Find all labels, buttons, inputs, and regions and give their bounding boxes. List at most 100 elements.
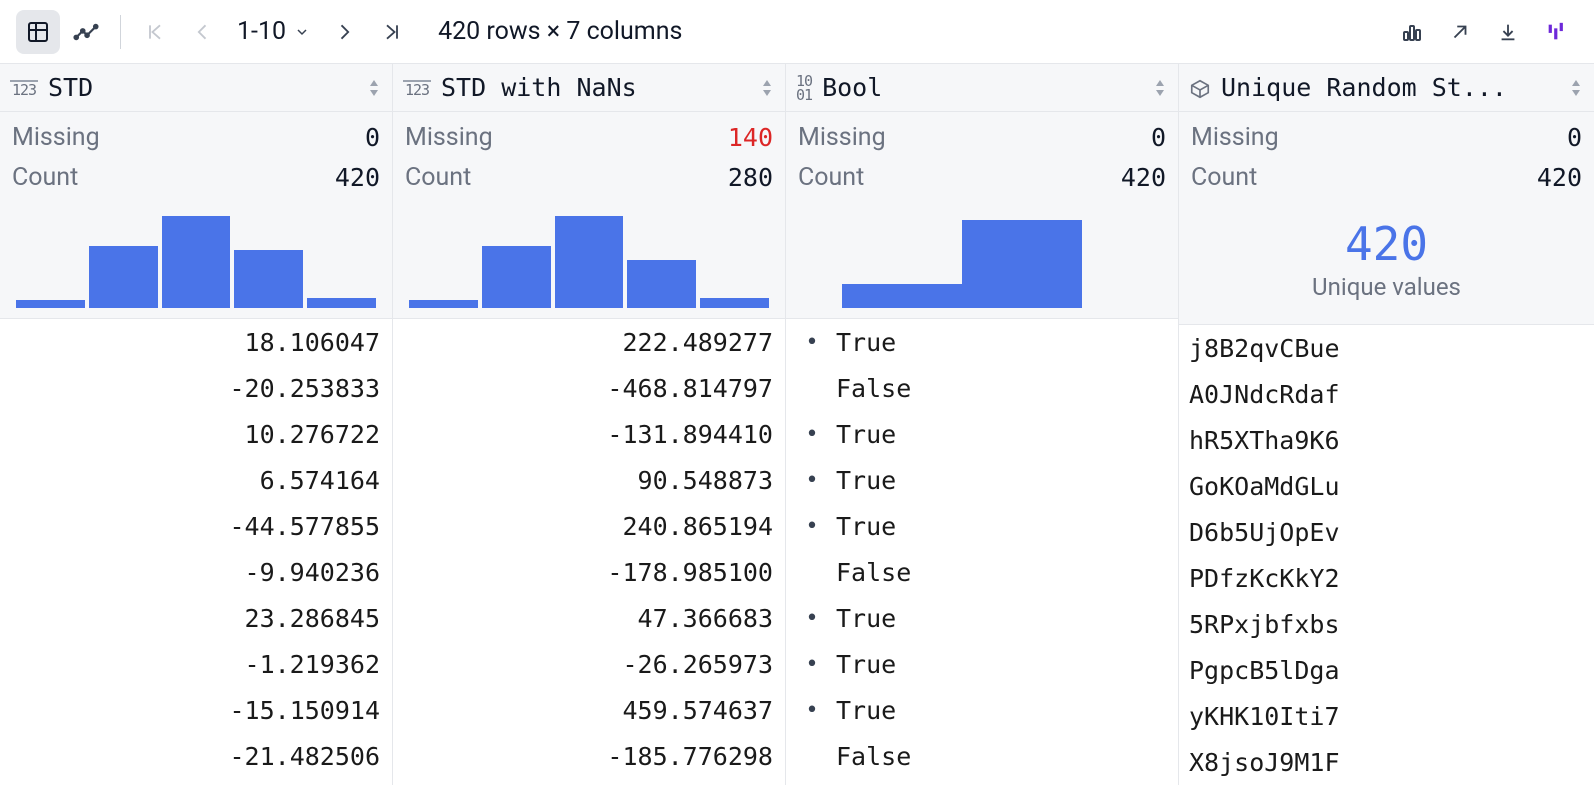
cell[interactable]: 18.106047: [0, 319, 392, 365]
prev-page-button[interactable]: [181, 10, 225, 54]
bool-bullet: •: [802, 330, 822, 355]
cell[interactable]: •True: [786, 687, 1178, 733]
cell[interactable]: hR5XTha9K6: [1179, 417, 1594, 463]
column-stats: Missing0Count420420Unique values: [1179, 112, 1594, 325]
cell[interactable]: False: [786, 733, 1178, 779]
table-view-button[interactable]: [16, 10, 60, 54]
column-cells: 222.489277-468.814797-131.89441090.54887…: [393, 319, 785, 779]
toolbar-separator: [120, 15, 121, 49]
cell[interactable]: False: [786, 549, 1178, 595]
cell[interactable]: •True: [786, 411, 1178, 457]
cell[interactable]: -1.219362: [0, 641, 392, 687]
histogram-bar: [962, 220, 1082, 308]
unique-label: Unique values: [1312, 273, 1461, 301]
histogram-bar: [234, 250, 303, 308]
next-page-button[interactable]: [322, 10, 366, 54]
cell[interactable]: A0JNdcRdaf: [1179, 371, 1594, 417]
count-label: Count: [405, 158, 471, 198]
type-icon: [1189, 76, 1211, 100]
last-page-button[interactable]: [370, 10, 414, 54]
first-page-button[interactable]: [133, 10, 177, 54]
chevron-down-icon: [294, 24, 310, 40]
missing-value: 0: [1567, 118, 1582, 158]
open-external-button[interactable]: [1438, 10, 1482, 54]
missing-value: 0: [365, 118, 380, 158]
cell-value: False: [836, 374, 911, 403]
cell[interactable]: 240.865194: [393, 503, 785, 549]
cell[interactable]: 90.548873: [393, 457, 785, 503]
columns-config-button[interactable]: [1534, 10, 1578, 54]
count-value: 420: [1121, 158, 1166, 198]
type-icon: 123: [403, 78, 431, 98]
cell[interactable]: -44.577855: [0, 503, 392, 549]
histogram-bar: [700, 298, 769, 308]
bool-bullet: •: [802, 422, 822, 447]
cell[interactable]: D6b5UjOpEv: [1179, 509, 1594, 555]
histogram: [798, 208, 1166, 308]
cell[interactable]: 5RPxjbfxbs: [1179, 601, 1594, 647]
count-label: Count: [12, 158, 78, 198]
missing-value: 0: [1151, 118, 1166, 158]
histogram-bar: [162, 216, 231, 308]
count-value: 280: [728, 158, 773, 198]
download-button[interactable]: [1486, 10, 1530, 54]
cell-value: False: [836, 558, 911, 587]
page-range-select[interactable]: 1-10: [229, 17, 318, 46]
cell-value: True: [836, 604, 896, 633]
cell-value: True: [836, 650, 896, 679]
histogram-bar: [89, 246, 158, 308]
histogram-button[interactable]: [1390, 10, 1434, 54]
cell[interactable]: -178.985100: [393, 549, 785, 595]
cell[interactable]: -15.150914: [0, 687, 392, 733]
cell-value: False: [836, 742, 911, 771]
cell[interactable]: 222.489277: [393, 319, 785, 365]
cell[interactable]: yKHK10Iti7: [1179, 693, 1594, 739]
cell[interactable]: -20.253833: [0, 365, 392, 411]
cell[interactable]: -131.894410: [393, 411, 785, 457]
cell[interactable]: •True: [786, 457, 1178, 503]
missing-value: 140: [728, 118, 773, 158]
cell[interactable]: •True: [786, 641, 1178, 687]
column-header[interactable]: 123STD with NaNs: [393, 64, 785, 112]
cell[interactable]: 23.286845: [0, 595, 392, 641]
sort-icon[interactable]: [759, 78, 775, 98]
sort-icon[interactable]: [1152, 78, 1168, 98]
cell[interactable]: •True: [786, 503, 1178, 549]
cell[interactable]: PgpcB5lDga: [1179, 647, 1594, 693]
column: 123STD with NaNsMissing140Count280222.48…: [393, 64, 786, 785]
cell[interactable]: •True: [786, 595, 1178, 641]
dimensions-label: 420 rows × 7 columns: [438, 17, 682, 46]
sort-icon[interactable]: [366, 78, 382, 98]
cell[interactable]: 459.574637: [393, 687, 785, 733]
cell[interactable]: PDfzKcKkY2: [1179, 555, 1594, 601]
cell[interactable]: j8B2qvCBue: [1179, 325, 1594, 371]
cell[interactable]: GoKOaMdGLu: [1179, 463, 1594, 509]
column-header[interactable]: 1001Bool: [786, 64, 1178, 112]
unique-count: 420: [1345, 217, 1428, 271]
cell[interactable]: -468.814797: [393, 365, 785, 411]
cell[interactable]: 6.574164: [0, 457, 392, 503]
column-name: Unique Random St...: [1221, 73, 1507, 102]
cell[interactable]: X8jsoJ9M1F: [1179, 739, 1594, 785]
column-header[interactable]: Unique Random St...: [1179, 64, 1594, 112]
histogram-bar: [842, 284, 962, 308]
cell[interactable]: False: [786, 365, 1178, 411]
cell[interactable]: -185.776298: [393, 733, 785, 779]
toolbar: 1-10 420 rows × 7 columns: [0, 0, 1594, 64]
count-label: Count: [798, 158, 864, 198]
cell[interactable]: •True: [786, 319, 1178, 365]
cell-value: True: [836, 512, 896, 541]
cell[interactable]: -21.482506: [0, 733, 392, 779]
cell[interactable]: -26.265973: [393, 641, 785, 687]
chart-view-button[interactable]: [64, 10, 108, 54]
cell[interactable]: 10.276722: [0, 411, 392, 457]
column-stats: Missing0Count420: [0, 112, 392, 319]
cell[interactable]: 47.366683: [393, 595, 785, 641]
bool-bullet: •: [802, 698, 822, 723]
column-header[interactable]: 123STD: [0, 64, 392, 112]
column-name: Bool: [822, 73, 882, 102]
data-grid: 123STDMissing0Count42018.106047-20.25383…: [0, 64, 1594, 785]
sort-icon[interactable]: [1568, 78, 1584, 98]
page-range-label: 1-10: [237, 17, 286, 46]
cell[interactable]: -9.940236: [0, 549, 392, 595]
